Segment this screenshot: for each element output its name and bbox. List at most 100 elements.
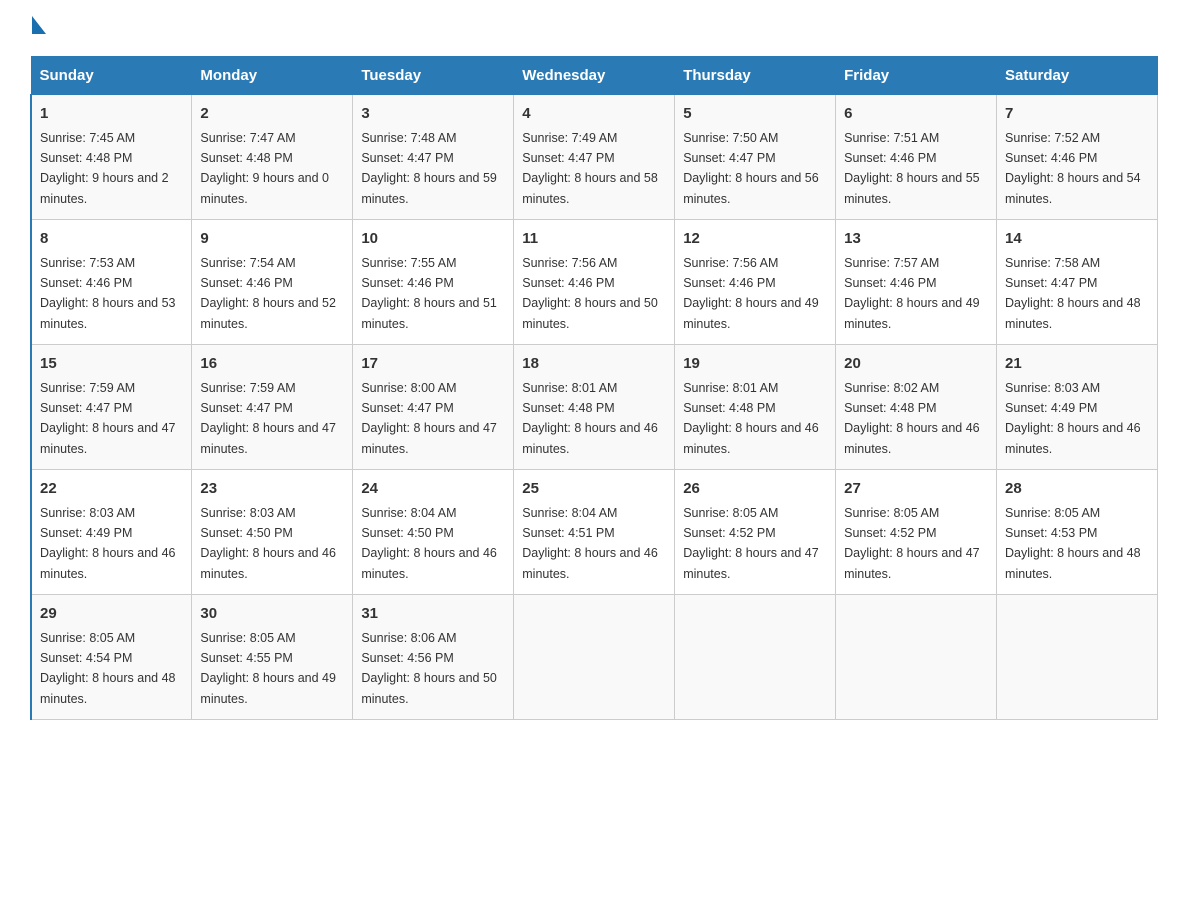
day-info: Sunrise: 7:53 AMSunset: 4:46 PMDaylight:… (40, 256, 176, 331)
calendar-cell: 11 Sunrise: 7:56 AMSunset: 4:46 PMDayligh… (514, 220, 675, 345)
day-info: Sunrise: 8:01 AMSunset: 4:48 PMDaylight:… (683, 381, 819, 456)
calendar-week-row: 1 Sunrise: 7:45 AMSunset: 4:48 PMDaylight… (31, 95, 1158, 220)
header-tuesday: Tuesday (353, 57, 514, 95)
calendar-cell: 25 Sunrise: 8:04 AMSunset: 4:51 PMDayligh… (514, 470, 675, 595)
calendar-week-row: 15 Sunrise: 7:59 AMSunset: 4:47 PMDayligh… (31, 345, 1158, 470)
day-number: 31 (361, 603, 505, 626)
calendar-cell: 27 Sunrise: 8:05 AMSunset: 4:52 PMDayligh… (836, 470, 997, 595)
day-number: 7 (1005, 103, 1149, 126)
day-info: Sunrise: 7:47 AMSunset: 4:48 PMDaylight:… (200, 131, 329, 206)
day-number: 23 (200, 478, 344, 501)
calendar-cell: 21 Sunrise: 8:03 AMSunset: 4:49 PMDayligh… (997, 345, 1158, 470)
calendar-cell: 29 Sunrise: 8:05 AMSunset: 4:54 PMDayligh… (31, 595, 192, 720)
calendar-header-row: SundayMondayTuesdayWednesdayThursdayFrid… (31, 57, 1158, 95)
day-info: Sunrise: 8:06 AMSunset: 4:56 PMDaylight:… (361, 631, 497, 706)
calendar-table: SundayMondayTuesdayWednesdayThursdayFrid… (30, 56, 1158, 720)
day-info: Sunrise: 7:58 AMSunset: 4:47 PMDaylight:… (1005, 256, 1141, 331)
day-number: 22 (40, 478, 183, 501)
day-info: Sunrise: 7:54 AMSunset: 4:46 PMDaylight:… (200, 256, 336, 331)
calendar-cell: 7 Sunrise: 7:52 AMSunset: 4:46 PMDaylight… (997, 95, 1158, 220)
day-number: 5 (683, 103, 827, 126)
day-number: 21 (1005, 353, 1149, 376)
day-number: 15 (40, 353, 183, 376)
calendar-cell (675, 595, 836, 720)
calendar-cell: 23 Sunrise: 8:03 AMSunset: 4:50 PMDayligh… (192, 470, 353, 595)
calendar-cell: 2 Sunrise: 7:47 AMSunset: 4:48 PMDaylight… (192, 95, 353, 220)
day-info: Sunrise: 7:59 AMSunset: 4:47 PMDaylight:… (40, 381, 176, 456)
calendar-cell: 15 Sunrise: 7:59 AMSunset: 4:47 PMDayligh… (31, 345, 192, 470)
header-thursday: Thursday (675, 57, 836, 95)
calendar-cell (997, 595, 1158, 720)
day-info: Sunrise: 8:04 AMSunset: 4:50 PMDaylight:… (361, 506, 497, 581)
calendar-cell (836, 595, 997, 720)
day-number: 25 (522, 478, 666, 501)
day-info: Sunrise: 7:45 AMSunset: 4:48 PMDaylight:… (40, 131, 169, 206)
calendar-cell: 19 Sunrise: 8:01 AMSunset: 4:48 PMDayligh… (675, 345, 836, 470)
calendar-cell: 18Sunrise: 8:01 AMSunset: 4:48 PMDayligh… (514, 345, 675, 470)
day-info: Sunrise: 7:56 AMSunset: 4:46 PMDaylight:… (522, 256, 658, 331)
day-number: 18 (522, 353, 666, 376)
day-number: 24 (361, 478, 505, 501)
day-info: Sunrise: 7:59 AMSunset: 4:47 PMDaylight:… (200, 381, 336, 456)
page-header (30, 20, 1158, 36)
calendar-cell: 6 Sunrise: 7:51 AMSunset: 4:46 PMDaylight… (836, 95, 997, 220)
day-number: 9 (200, 228, 344, 251)
day-number: 3 (361, 103, 505, 126)
header-monday: Monday (192, 57, 353, 95)
day-info: Sunrise: 7:48 AMSunset: 4:47 PMDaylight:… (361, 131, 497, 206)
day-number: 11 (522, 228, 666, 251)
day-info: Sunrise: 7:55 AMSunset: 4:46 PMDaylight:… (361, 256, 497, 331)
day-info: Sunrise: 8:03 AMSunset: 4:50 PMDaylight:… (200, 506, 336, 581)
day-number: 2 (200, 103, 344, 126)
header-friday: Friday (836, 57, 997, 95)
day-info: Sunrise: 8:00 AMSunset: 4:47 PMDaylight:… (361, 381, 497, 456)
day-info: Sunrise: 8:05 AMSunset: 4:53 PMDaylight:… (1005, 506, 1141, 581)
calendar-week-row: 29 Sunrise: 8:05 AMSunset: 4:54 PMDayligh… (31, 595, 1158, 720)
calendar-cell: 22Sunrise: 8:03 AMSunset: 4:49 PMDayligh… (31, 470, 192, 595)
day-number: 20 (844, 353, 988, 376)
day-info: Sunrise: 8:05 AMSunset: 4:55 PMDaylight:… (200, 631, 336, 706)
day-info: Sunrise: 7:51 AMSunset: 4:46 PMDaylight:… (844, 131, 980, 206)
header-sunday: Sunday (31, 57, 192, 95)
calendar-cell: 13Sunrise: 7:57 AMSunset: 4:46 PMDayligh… (836, 220, 997, 345)
day-info: Sunrise: 8:02 AMSunset: 4:48 PMDaylight:… (844, 381, 980, 456)
calendar-cell: 31 Sunrise: 8:06 AMSunset: 4:56 PMDayligh… (353, 595, 514, 720)
day-number: 30 (200, 603, 344, 626)
calendar-cell: 28 Sunrise: 8:05 AMSunset: 4:53 PMDayligh… (997, 470, 1158, 595)
header-saturday: Saturday (997, 57, 1158, 95)
calendar-cell: 16 Sunrise: 7:59 AMSunset: 4:47 PMDayligh… (192, 345, 353, 470)
calendar-cell: 12 Sunrise: 7:56 AMSunset: 4:46 PMDayligh… (675, 220, 836, 345)
day-info: Sunrise: 8:05 AMSunset: 4:54 PMDaylight:… (40, 631, 176, 706)
day-number: 16 (200, 353, 344, 376)
calendar-cell: 4Sunrise: 7:49 AMSunset: 4:47 PMDaylight… (514, 95, 675, 220)
calendar-cell (514, 595, 675, 720)
day-info: Sunrise: 8:05 AMSunset: 4:52 PMDaylight:… (683, 506, 819, 581)
day-number: 4 (522, 103, 666, 126)
calendar-cell: 1 Sunrise: 7:45 AMSunset: 4:48 PMDaylight… (31, 95, 192, 220)
day-number: 14 (1005, 228, 1149, 251)
day-info: Sunrise: 7:52 AMSunset: 4:46 PMDaylight:… (1005, 131, 1141, 206)
calendar-cell: 26 Sunrise: 8:05 AMSunset: 4:52 PMDayligh… (675, 470, 836, 595)
day-number: 1 (40, 103, 183, 126)
day-number: 29 (40, 603, 183, 626)
calendar-cell: 30 Sunrise: 8:05 AMSunset: 4:55 PMDayligh… (192, 595, 353, 720)
day-info: Sunrise: 8:05 AMSunset: 4:52 PMDaylight:… (844, 506, 980, 581)
day-info: Sunrise: 8:04 AMSunset: 4:51 PMDaylight:… (522, 506, 658, 581)
calendar-cell: 5Sunrise: 7:50 AMSunset: 4:47 PMDaylight… (675, 95, 836, 220)
day-info: Sunrise: 7:56 AMSunset: 4:46 PMDaylight:… (683, 256, 819, 331)
calendar-cell: 8Sunrise: 7:53 AMSunset: 4:46 PMDaylight… (31, 220, 192, 345)
day-number: 12 (683, 228, 827, 251)
day-number: 10 (361, 228, 505, 251)
day-number: 26 (683, 478, 827, 501)
day-number: 28 (1005, 478, 1149, 501)
day-number: 19 (683, 353, 827, 376)
day-info: Sunrise: 7:57 AMSunset: 4:46 PMDaylight:… (844, 256, 980, 331)
calendar-cell: 14 Sunrise: 7:58 AMSunset: 4:47 PMDayligh… (997, 220, 1158, 345)
day-number: 6 (844, 103, 988, 126)
day-number: 17 (361, 353, 505, 376)
calendar-cell: 17 Sunrise: 8:00 AMSunset: 4:47 PMDayligh… (353, 345, 514, 470)
calendar-week-row: 8Sunrise: 7:53 AMSunset: 4:46 PMDaylight… (31, 220, 1158, 345)
calendar-week-row: 22Sunrise: 8:03 AMSunset: 4:49 PMDayligh… (31, 470, 1158, 595)
day-number: 27 (844, 478, 988, 501)
day-info: Sunrise: 8:03 AMSunset: 4:49 PMDaylight:… (1005, 381, 1141, 456)
